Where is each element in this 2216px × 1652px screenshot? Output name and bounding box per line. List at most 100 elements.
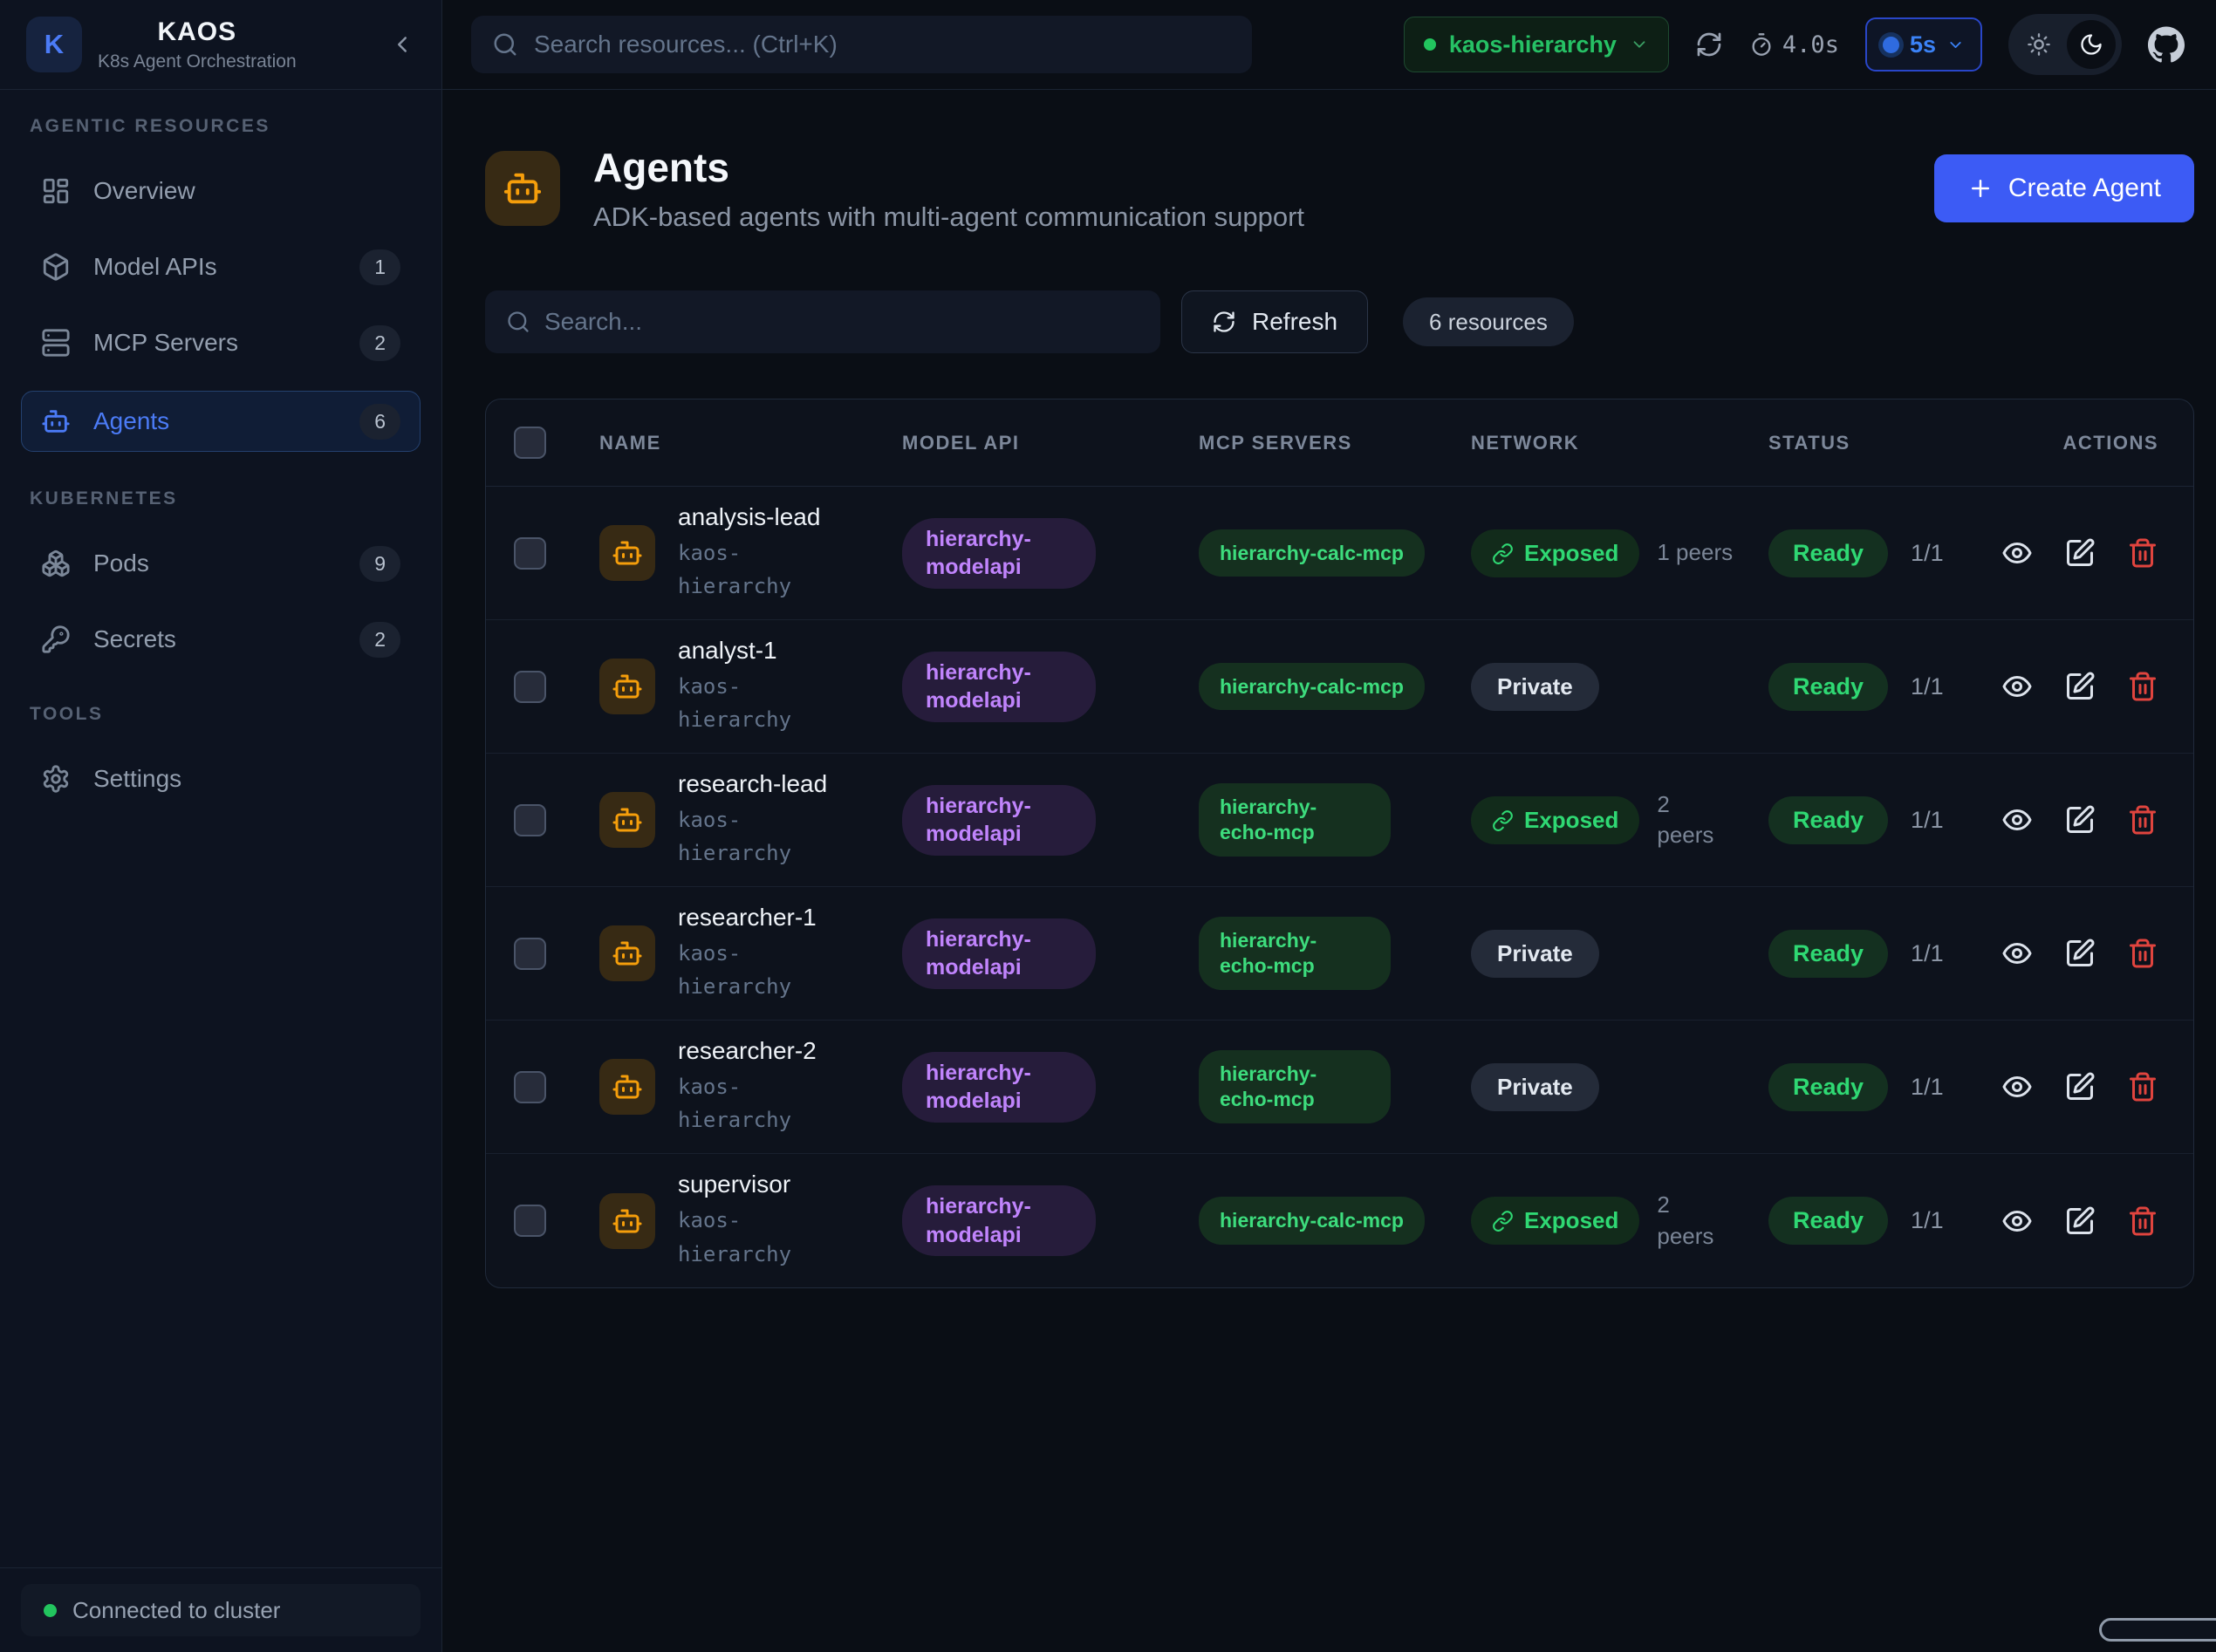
table-row: researcher-1 kaos-hierarchy hierarchy-mo…: [486, 887, 2193, 1021]
create-agent-button[interactable]: Create Agent: [1934, 154, 2194, 222]
sidebar-section-label: AGENTIC RESOURCES: [30, 116, 412, 137]
network-exposed-badge: Exposed: [1471, 796, 1639, 844]
page-content: Agents ADK-based agents with multi-agent…: [442, 90, 2216, 1288]
view-agent-button[interactable]: [2001, 537, 2033, 569]
row-checkbox[interactable]: [514, 537, 546, 570]
bot-icon: [612, 671, 643, 702]
app-subtitle: K8s Agent Orchestration: [98, 51, 297, 72]
column-header-actions: ACTIONS: [1969, 432, 2193, 454]
refresh-icon: [1212, 310, 1236, 334]
eye-icon: [2001, 938, 2033, 969]
edit-agent-button[interactable]: [2064, 804, 2096, 836]
moon-icon: [2079, 32, 2103, 57]
refresh-interval-selector[interactable]: 5s: [1865, 17, 1982, 72]
sidebar-item-settings[interactable]: Settings: [21, 751, 421, 807]
eye-icon: [2001, 1071, 2033, 1102]
light-mode-button[interactable]: [2014, 20, 2063, 69]
agent-avatar: [599, 1193, 655, 1249]
sidebar-item-label: Secrets: [93, 625, 176, 653]
model-api-label: hierarchy-modelapi: [926, 925, 1072, 982]
sidebar-item-label: Overview: [93, 177, 195, 205]
view-agent-button[interactable]: [2001, 671, 2033, 702]
cluster-selector[interactable]: kaos-hierarchy: [1404, 17, 1669, 72]
sidebar-item-label: Agents: [93, 407, 169, 435]
global-search-input[interactable]: [534, 31, 1231, 58]
topbar-refresh-button[interactable]: [1695, 31, 1723, 58]
mcp-server-label: hierarchy-echo-mcp: [1220, 1062, 1370, 1112]
sidebar-collapse-button[interactable]: [389, 31, 415, 58]
row-checkbox[interactable]: [514, 1071, 546, 1103]
github-link[interactable]: [2148, 26, 2185, 63]
edit-icon: [2064, 938, 2096, 969]
link-icon: [1492, 543, 1514, 564]
row-checkbox[interactable]: [514, 804, 546, 836]
bot-icon: [612, 537, 643, 569]
interval-value: 5s: [1910, 31, 1936, 58]
replica-count: 1/1: [1911, 540, 1944, 567]
trash-icon: [2127, 671, 2158, 702]
refresh-button[interactable]: Refresh: [1181, 290, 1368, 353]
edit-agent-button[interactable]: [2064, 1071, 2096, 1102]
row-checkbox[interactable]: [514, 671, 546, 703]
agent-namespace: kaos-hierarchy: [678, 670, 809, 737]
peers-count: 2 peers: [1657, 1190, 1732, 1251]
replica-count: 1/1: [1911, 1207, 1944, 1234]
sidebar-item-secrets[interactable]: Secrets 2: [21, 611, 421, 667]
delete-agent-button[interactable]: [2127, 1205, 2158, 1237]
status-badge: Ready: [1768, 1063, 1888, 1111]
table-search: [485, 290, 1160, 353]
delete-agent-button[interactable]: [2127, 1071, 2158, 1102]
github-icon: [2148, 26, 2185, 63]
page-subtitle: ADK-based agents with multi-agent commun…: [593, 201, 1304, 233]
delete-agent-button[interactable]: [2127, 804, 2158, 836]
edit-agent-button[interactable]: [2064, 671, 2096, 702]
edit-agent-button[interactable]: [2064, 537, 2096, 569]
sidebar-item-overview[interactable]: Overview: [21, 163, 421, 219]
link-icon: [1492, 1210, 1514, 1232]
horizontal-scrollbar-thumb[interactable]: [2099, 1618, 2216, 1642]
delete-agent-button[interactable]: [2127, 938, 2158, 969]
eye-icon: [2001, 671, 2033, 702]
agent-avatar: [599, 792, 655, 848]
delete-agent-button[interactable]: [2127, 537, 2158, 569]
boxes-icon: [41, 549, 71, 578]
edit-agent-button[interactable]: [2064, 938, 2096, 969]
agent-namespace: kaos-hierarchy: [678, 803, 809, 870]
dark-mode-button[interactable]: [2067, 20, 2116, 69]
delete-agent-button[interactable]: [2127, 671, 2158, 702]
row-checkbox[interactable]: [514, 938, 546, 970]
edit-icon: [2064, 537, 2096, 569]
view-agent-button[interactable]: [2001, 1205, 2033, 1237]
sidebar-item-badge: 6: [359, 404, 400, 440]
bot-icon: [612, 1071, 643, 1102]
sidebar-item-model-apis[interactable]: Model APIs 1: [21, 239, 421, 295]
sidebar-item-badge: 1: [359, 249, 400, 285]
select-all-checkbox[interactable]: [514, 427, 546, 459]
eye-icon: [2001, 1205, 2033, 1237]
sidebar-item-badge: 9: [359, 546, 400, 582]
edit-agent-button[interactable]: [2064, 1205, 2096, 1237]
view-agent-button[interactable]: [2001, 938, 2033, 969]
network-label: Exposed: [1524, 1207, 1618, 1234]
sidebar-item-agents[interactable]: Agents 6: [21, 391, 421, 452]
agent-namespace: kaos-hierarchy: [678, 1070, 809, 1137]
agent-avatar: [599, 1059, 655, 1115]
view-agent-button[interactable]: [2001, 804, 2033, 836]
sidebar-item-pods[interactable]: Pods 9: [21, 536, 421, 591]
model-api-badge: hierarchy-modelapi: [902, 518, 1096, 589]
network-label: Exposed: [1524, 807, 1618, 834]
view-agent-button[interactable]: [2001, 1071, 2033, 1102]
model-api-badge: hierarchy-modelapi: [902, 652, 1096, 722]
sidebar-item-badge: 2: [359, 622, 400, 658]
dashboard-icon: [41, 176, 71, 206]
plus-icon: [1967, 175, 1994, 201]
bot-icon: [612, 938, 643, 969]
mcp-server-badge: hierarchy-echo-mcp: [1199, 1050, 1391, 1123]
model-api-label: hierarchy-modelapi: [926, 1192, 1072, 1249]
cube-icon: [41, 252, 71, 282]
app-logo: K: [26, 17, 82, 72]
agent-name: analysis-lead: [678, 503, 820, 531]
sidebar-item-mcp-servers[interactable]: MCP Servers 2: [21, 315, 421, 371]
row-checkbox[interactable]: [514, 1205, 546, 1237]
table-search-input[interactable]: [544, 308, 1139, 336]
